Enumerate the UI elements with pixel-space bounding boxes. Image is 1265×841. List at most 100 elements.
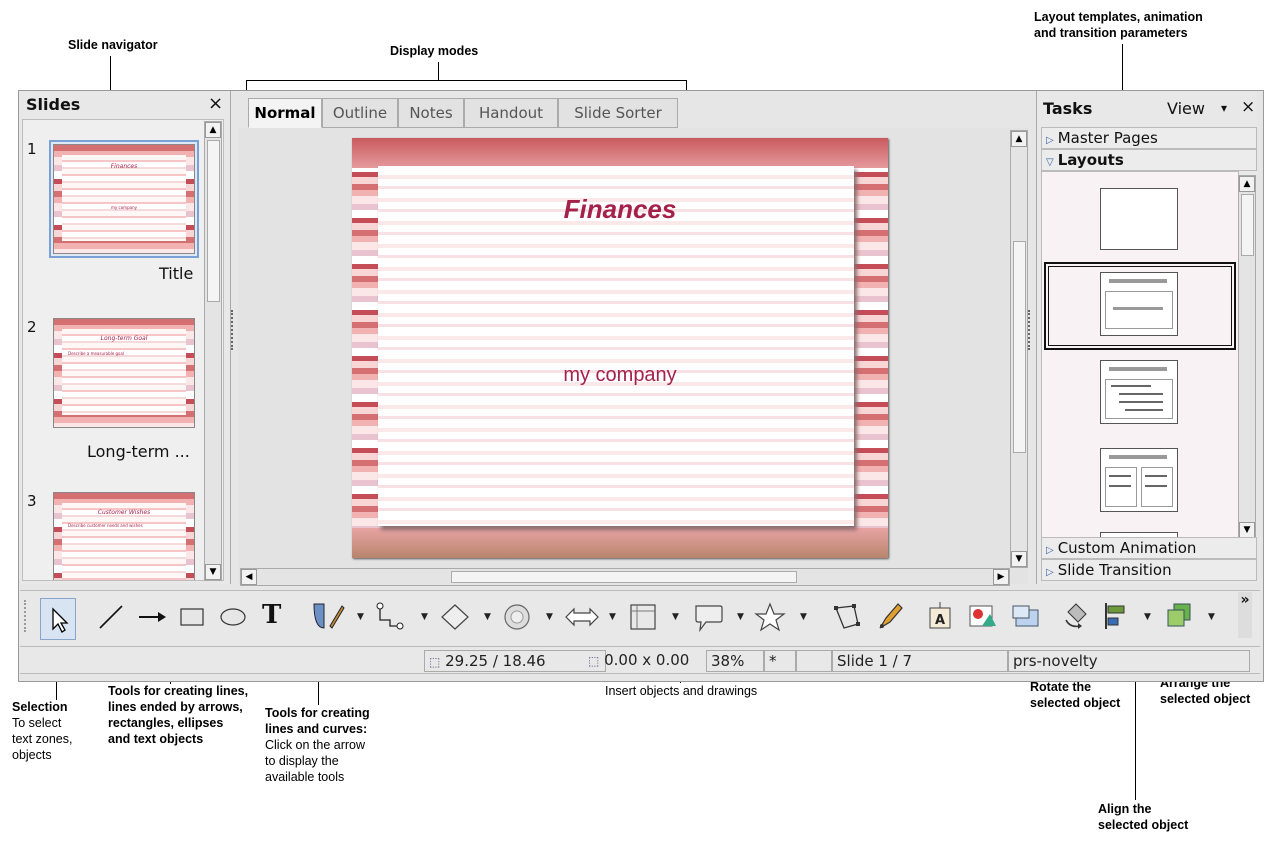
- left-splitter-grip[interactable]: [231, 310, 235, 350]
- image-icon[interactable]: [1010, 600, 1042, 632]
- connector-icon[interactable]: [374, 600, 406, 632]
- position-field: ⬚ 29.25 / 18.46: [424, 650, 606, 672]
- tasks-close-button[interactable]: ×: [1241, 97, 1255, 117]
- editor-horizontal-scrollbar[interactable]: ◀ ▶: [240, 568, 1010, 586]
- chevron-down-icon[interactable]: ▼: [609, 612, 616, 622]
- scrollbar-thumb[interactable]: [1241, 194, 1254, 256]
- modified-indicator: *: [764, 650, 796, 672]
- slide-number: 3: [27, 492, 37, 510]
- section-custom-animation[interactable]: ▷ Custom Animation: [1041, 537, 1257, 559]
- scroll-right-icon[interactable]: ▶: [993, 569, 1009, 585]
- curve-icon[interactable]: [310, 600, 346, 632]
- scrollbar-thumb[interactable]: [207, 140, 220, 302]
- layout-title-content[interactable]: [1100, 272, 1178, 336]
- chevron-down-icon[interactable]: ▼: [1208, 612, 1215, 622]
- thumb-title: Finances: [110, 163, 138, 170]
- chevron-down-icon[interactable]: ▼: [484, 612, 491, 622]
- line-icon[interactable]: [96, 602, 126, 632]
- arrange-icon[interactable]: [1164, 600, 1196, 632]
- layout-blank[interactable]: [1100, 188, 1178, 250]
- chevron-down-icon[interactable]: ▼: [737, 612, 744, 622]
- fontwork-icon[interactable]: A: [926, 600, 956, 632]
- chevron-down-icon[interactable]: ▼: [800, 612, 807, 622]
- scroll-up-icon[interactable]: ▲: [1239, 176, 1255, 192]
- scroll-up-icon[interactable]: ▲: [205, 122, 221, 138]
- thumb-title: Customer Wishes: [97, 509, 151, 516]
- toolbar-more-button[interactable]: »: [1238, 592, 1252, 638]
- rectangle-icon[interactable]: [178, 604, 206, 630]
- selection-button[interactable]: [40, 598, 76, 640]
- tab-outline[interactable]: Outline: [322, 98, 398, 128]
- slide-canvas[interactable]: Finances my company: [352, 138, 888, 558]
- slide-title[interactable]: Finances: [352, 194, 888, 225]
- ellipse-icon[interactable]: [218, 604, 248, 630]
- label-align-1: Align the: [1098, 802, 1152, 816]
- points-icon[interactable]: [830, 602, 862, 632]
- label-layout-templates-2: and transition parameters: [1034, 26, 1188, 40]
- expand-arrow-icon: ▷: [1046, 545, 1054, 556]
- chevron-down-icon[interactable]: ▼: [546, 612, 553, 622]
- layout-title-text[interactable]: [1100, 360, 1178, 424]
- editor-vertical-scrollbar[interactable]: ▲ ▼: [1010, 130, 1028, 568]
- zoom-field[interactable]: 38%: [706, 650, 764, 672]
- chevron-down-icon[interactable]: ▼: [421, 612, 428, 622]
- toolbar-grip[interactable]: [24, 600, 30, 632]
- layouts-scrollbar[interactable]: ▲ ▼: [1238, 175, 1256, 539]
- chevron-down-icon[interactable]: ▼: [357, 612, 364, 622]
- symbol-shapes-icon[interactable]: [502, 602, 532, 632]
- scroll-up-icon[interactable]: ▲: [1011, 131, 1027, 147]
- label-selection-3: objects: [12, 748, 52, 762]
- expand-arrow-icon: ▷: [1046, 135, 1054, 146]
- scroll-down-icon[interactable]: ▼: [1011, 551, 1027, 567]
- stars-icon[interactable]: [754, 602, 786, 632]
- tab-slide-sorter[interactable]: Slide Sorter: [558, 98, 678, 128]
- scroll-left-icon[interactable]: ◀: [241, 569, 257, 585]
- slide-thumbnail-2[interactable]: Long-term Goal Describe a measurable goa…: [53, 318, 195, 428]
- label-lines-4: and text objects: [108, 732, 204, 746]
- slide-thumbnail-1[interactable]: Finances my company: [53, 144, 195, 254]
- position-value: 29.25 / 18.46: [445, 652, 546, 670]
- tab-notes[interactable]: Notes: [398, 98, 464, 128]
- label-curves-4: to display the: [265, 754, 339, 768]
- section-slide-transition[interactable]: ▷ Slide Transition: [1041, 559, 1257, 581]
- tab-handout[interactable]: Handout: [464, 98, 558, 128]
- scroll-down-icon[interactable]: ▼: [1239, 522, 1255, 538]
- right-splitter-grip[interactable]: [1028, 310, 1032, 350]
- size-value: 0.00 x 0.00: [604, 651, 690, 669]
- tasks-view-menu[interactable]: View: [1167, 99, 1205, 118]
- slide-number: 2: [27, 318, 37, 336]
- section-layouts[interactable]: ▽ Layouts: [1041, 149, 1257, 171]
- layout-title-two-columns[interactable]: [1100, 448, 1178, 512]
- slide-counter: Slide 1 / 7: [832, 650, 1008, 672]
- rotate-icon[interactable]: [1060, 600, 1092, 632]
- flowchart-icon[interactable]: [628, 602, 658, 632]
- from-file-icon[interactable]: [966, 600, 1000, 632]
- label-curves-2: lines and curves:: [265, 722, 368, 736]
- callouts-icon[interactable]: [692, 602, 724, 632]
- glue-points-icon[interactable]: [874, 600, 906, 632]
- arrow-line-icon[interactable]: [136, 602, 168, 632]
- label-curves-5: available tools: [265, 770, 345, 784]
- tab-normal[interactable]: Normal: [248, 98, 322, 128]
- label-selection-2: text zones,: [12, 732, 73, 746]
- label-curves-1: Tools for creating: [265, 706, 370, 720]
- chevron-down-icon[interactable]: ▾: [1221, 101, 1227, 115]
- slide-subtitle[interactable]: my company: [352, 364, 888, 387]
- block-arrows-icon[interactable]: [564, 604, 600, 630]
- slides-scrollbar[interactable]: ▲ ▼: [204, 121, 222, 581]
- basic-shapes-icon[interactable]: [440, 602, 470, 632]
- chevron-down-icon[interactable]: ▼: [672, 612, 679, 622]
- slide-thumbnail-3[interactable]: Customer Wishes Describe customer needs …: [53, 492, 195, 580]
- chevron-down-icon[interactable]: ▼: [1144, 612, 1151, 622]
- section-master-pages[interactable]: ▷ Master Pages: [1041, 127, 1257, 149]
- layouts-gallery[interactable]: [1041, 171, 1239, 538]
- selection-icon: [52, 607, 69, 633]
- align-icon[interactable]: [1100, 600, 1132, 632]
- slides-panel-close-button[interactable]: ×: [208, 93, 223, 114]
- text-icon[interactable]: T: [262, 600, 281, 630]
- scrollbar-thumb[interactable]: [451, 571, 797, 583]
- label-align-2: selected object: [1098, 818, 1189, 832]
- scrollbar-thumb[interactable]: [1013, 241, 1026, 453]
- scroll-down-icon[interactable]: ▼: [205, 564, 221, 580]
- slides-list[interactable]: 1 Finances my company Title 2 Long-term …: [22, 119, 224, 581]
